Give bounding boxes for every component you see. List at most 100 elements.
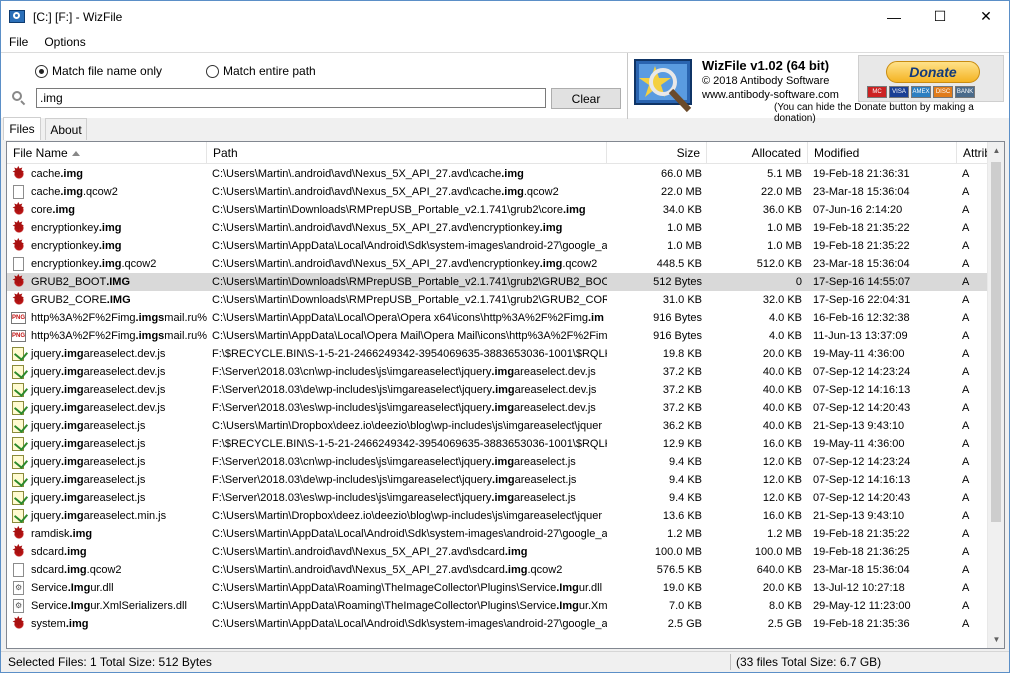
script-file-icon xyxy=(12,365,24,379)
table-row[interactable]: encryptionkey.img C:\Users\Martin\.androi… xyxy=(7,219,988,237)
menu-file[interactable]: File xyxy=(1,35,36,49)
script-file-icon xyxy=(12,383,24,397)
tab-files[interactable]: Files xyxy=(3,117,41,140)
table-row[interactable]: encryptionkey.img C:\Users\Martin\AppData… xyxy=(7,237,988,255)
cell-file-name: cache.img.qcow2 xyxy=(31,186,118,198)
cell-modified: 13-Jul-12 10:27:18 xyxy=(813,582,905,594)
table-row[interactable]: core.img C:\Users\Martin\Downloads\RMPrep… xyxy=(7,201,988,219)
vertical-scrollbar[interactable]: ▲ ▼ xyxy=(987,142,1004,648)
cell-path: F:\Server\2018.03\es\wp-includes\js\imga… xyxy=(212,402,596,414)
cell-attrib: A xyxy=(962,438,970,450)
cell-path: F:\Server\2018.03\cn\wp-includes\js\imga… xyxy=(212,366,596,378)
table-row[interactable]: jquery.imgareaselect.js F:\$RECYCLE.BIN\S… xyxy=(7,435,988,453)
script-file-icon xyxy=(12,419,24,433)
radio-match-name-only[interactable]: Match file name only xyxy=(35,64,162,78)
tab-about[interactable]: About xyxy=(45,118,87,140)
table-row[interactable]: Service.Imgur.dll C:\Users\Martin\AppData… xyxy=(7,579,988,597)
cell-attrib: A xyxy=(962,258,970,270)
cell-size: 916 Bytes xyxy=(653,330,702,342)
scroll-up-icon[interactable]: ▲ xyxy=(988,142,1004,159)
column-header-modified[interactable]: Modified xyxy=(808,142,957,164)
table-row[interactable]: Service.Imgur.XmlSerializers.dll C:\Users… xyxy=(7,597,988,615)
table-row[interactable]: sdcard.img.qcow2 C:\Users\Martin\.android… xyxy=(7,561,988,579)
cell-modified: 21-Sep-13 9:43:10 xyxy=(813,510,905,522)
cell-modified: 07-Sep-12 14:23:24 xyxy=(813,366,911,378)
visa-icon: VISA xyxy=(889,86,909,98)
cell-file-name: GRUB2_BOOT.IMG xyxy=(31,276,131,288)
cell-path: C:\Users\Martin\.android\avd\Nexus_5X_AP… xyxy=(212,222,563,234)
tab-strip: Files About xyxy=(1,117,1009,140)
close-button[interactable]: ✕ xyxy=(963,1,1009,32)
cell-modified: 07-Jun-16 2:14:20 xyxy=(813,204,903,216)
cell-allocated: 4.0 KB xyxy=(768,312,802,324)
maximize-button[interactable]: ☐ xyxy=(917,1,963,32)
menu-bar: File Options xyxy=(1,32,1009,52)
table-row[interactable]: encryptionkey.img.qcow2 C:\Users\Martin\.… xyxy=(7,255,988,273)
table-row[interactable]: http%3A%2F%2Fimg.imgsmail.ru% C:\Users\Ma… xyxy=(7,309,988,327)
png-file-icon xyxy=(11,330,26,342)
table-row[interactable]: http%3A%2F%2Fimg.imgsmail.ru% C:\Users\Ma… xyxy=(7,327,988,345)
table-row[interactable]: GRUB2_CORE.IMG C:\Users\Martin\Downloads\… xyxy=(7,291,988,309)
list-rows: cache.img C:\Users\Martin\.android\avd\Ne… xyxy=(7,165,988,633)
menu-options[interactable]: Options xyxy=(36,35,93,49)
cell-path: F:\$RECYCLE.BIN\S-1-5-21-2466249342-3954… xyxy=(212,348,607,360)
cell-modified: 19-Feb-18 21:35:36 xyxy=(813,618,910,630)
table-row[interactable]: jquery.imgareaselect.js C:\Users\Martin\D… xyxy=(7,417,988,435)
table-row[interactable]: jquery.imgareaselect.js F:\Server\2018.03… xyxy=(7,453,988,471)
amex-icon: AMEX xyxy=(911,86,931,98)
disk-image-icon xyxy=(11,237,27,254)
cell-size: 9.4 KB xyxy=(668,474,702,486)
table-row[interactable]: cache.img.qcow2 C:\Users\Martin\.android\… xyxy=(7,183,988,201)
cell-modified: 16-Feb-16 12:32:38 xyxy=(813,312,910,324)
clear-button[interactable]: Clear xyxy=(551,88,621,109)
cell-path: C:\Users\Martin\AppData\Local\Android\Sd… xyxy=(212,240,607,252)
radio-match-entire-path[interactable]: Match entire path xyxy=(206,64,316,78)
table-row[interactable]: sdcard.img C:\Users\Martin\.android\avd\N… xyxy=(7,543,988,561)
table-row[interactable]: jquery.imgareaselect.dev.js F:\Server\201… xyxy=(7,381,988,399)
column-header-path[interactable]: Path xyxy=(207,142,607,164)
table-row[interactable]: ramdisk.img C:\Users\Martin\AppData\Local… xyxy=(7,525,988,543)
scroll-thumb[interactable] xyxy=(991,162,1001,522)
payment-cards: MC VISA AMEX DISC BANK xyxy=(867,86,975,98)
cell-modified: 23-Mar-18 15:36:04 xyxy=(813,186,910,198)
column-header-file-name[interactable]: File Name xyxy=(7,142,207,164)
cell-size: 512 Bytes xyxy=(653,276,702,288)
cell-modified: 19-Feb-18 21:36:31 xyxy=(813,168,910,180)
table-row[interactable]: jquery.imgareaselect.dev.js F:\$RECYCLE.B… xyxy=(7,345,988,363)
donate-button[interactable]: Donate xyxy=(886,61,980,83)
search-input[interactable] xyxy=(36,88,546,108)
cell-path: F:\Server\2018.03\es\wp-includes\js\imga… xyxy=(212,492,576,504)
app-version-title: WizFile v1.02 (64 bit) xyxy=(702,58,830,73)
column-header-allocated[interactable]: Allocated xyxy=(707,142,808,164)
cell-modified: 23-Mar-18 15:36:04 xyxy=(813,564,910,576)
cell-attrib: A xyxy=(962,492,970,504)
cell-modified: 19-Feb-18 21:35:22 xyxy=(813,240,910,252)
table-row[interactable]: jquery.imgareaselect.js F:\Server\2018.03… xyxy=(7,471,988,489)
title-bar[interactable]: [C:] [F:] - WizFile — ☐ ✕ xyxy=(1,1,1009,32)
column-header-size[interactable]: Size xyxy=(607,142,707,164)
table-row[interactable]: system.img C:\Users\Martin\AppData\Local\… xyxy=(7,615,988,633)
file-list[interactable]: File Name Path Size Allocated Modified A… xyxy=(6,141,1005,649)
minimize-button[interactable]: — xyxy=(871,1,917,32)
cell-file-name: http%3A%2F%2Fimg.imgsmail.ru% xyxy=(31,330,207,342)
table-row[interactable]: GRUB2_BOOT.IMG C:\Users\Martin\Downloads\… xyxy=(7,273,988,291)
cell-path: C:\Users\Martin\.android\avd\Nexus_5X_AP… xyxy=(212,168,524,180)
cell-modified: 19-Feb-18 21:36:25 xyxy=(813,546,910,558)
cell-allocated: 12.0 KB xyxy=(762,492,802,504)
cell-size: 576.5 KB xyxy=(656,564,702,576)
table-row[interactable]: jquery.imgareaselect.min.js C:\Users\Mart… xyxy=(7,507,988,525)
table-row[interactable]: cache.img C:\Users\Martin\.android\avd\Ne… xyxy=(7,165,988,183)
cell-file-name: Service.Imgur.XmlSerializers.dll xyxy=(31,600,187,612)
donate-panel: Donate MC VISA AMEX DISC BANK xyxy=(858,55,1004,102)
cell-attrib: A xyxy=(962,348,970,360)
table-row[interactable]: jquery.imgareaselect.dev.js F:\Server\201… xyxy=(7,399,988,417)
table-row[interactable]: jquery.imgareaselect.dev.js F:\Server\201… xyxy=(7,363,988,381)
table-row[interactable]: jquery.imgareaselect.js F:\Server\2018.03… xyxy=(7,489,988,507)
scroll-down-icon[interactable]: ▼ xyxy=(988,631,1004,648)
disk-image-icon xyxy=(11,615,27,632)
dll-file-icon xyxy=(13,581,24,595)
website-link[interactable]: www.antibody-software.com xyxy=(702,89,839,101)
cell-attrib: A xyxy=(962,528,970,540)
cell-file-name: jquery.imgareaselect.js xyxy=(31,474,146,486)
status-total-files: (33 files Total Size: 6.7 GB) xyxy=(736,655,882,669)
